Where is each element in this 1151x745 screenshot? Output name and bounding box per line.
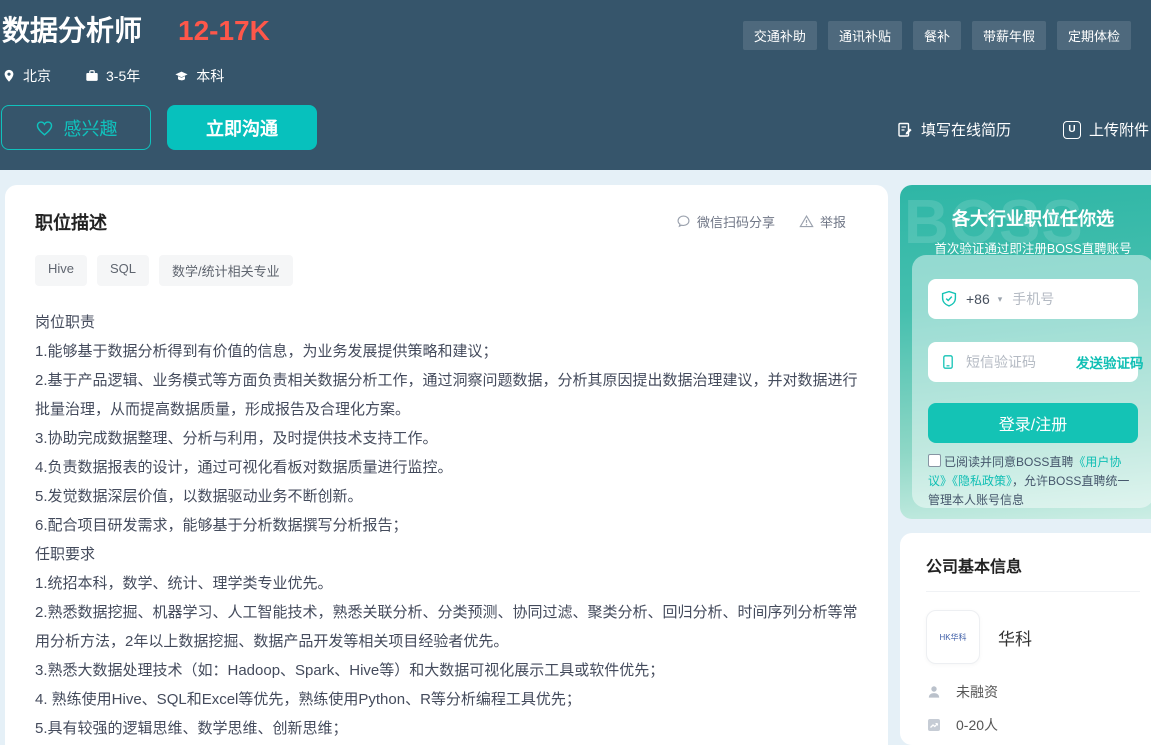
fill-online-resume-link[interactable]: 填写在线简历: [897, 119, 1011, 140]
login-register-panel: BOSS 各大行业职位任你选 首次验证通过即注册BOSS直聘账号 +86 ▾ 发…: [900, 185, 1151, 519]
title-row: 数据分析师 12-17K: [2, 13, 270, 49]
graduation-cap-icon: [174, 69, 189, 83]
sms-code-input-group: 发送验证码: [928, 342, 1138, 382]
salary-range: 12-17K: [178, 15, 270, 47]
job-description-text: 岗位职责 1.能够基于数据分析得到有价值的信息，为业务发展提供策略和建议； 2.…: [35, 308, 860, 745]
company-size: 0-20人: [956, 715, 998, 735]
shield-check-icon: [940, 290, 958, 308]
keyword-tag: Hive: [35, 255, 87, 286]
heart-icon: [35, 119, 54, 137]
phone-input-group: +86 ▾: [928, 279, 1138, 319]
warning-triangle-icon: [799, 214, 814, 229]
benefit-tag: 带薪年假: [972, 21, 1046, 50]
interested-label: 感兴趣: [64, 115, 118, 141]
meta-experience: 3-5年: [85, 66, 140, 86]
country-code-select[interactable]: +86: [966, 291, 990, 307]
benefit-tag: 交通补助: [743, 21, 817, 50]
benefit-tag: 定期体检: [1057, 21, 1131, 50]
job-header: 数据分析师 12-17K 交通补助 通讯补贴 餐补 带薪年假 定期体检 北京 3…: [0, 0, 1151, 170]
company-section-title: 公司基本信息: [926, 553, 1140, 592]
sms-code-input[interactable]: [964, 353, 1068, 371]
phone-input[interactable]: [1010, 290, 1114, 308]
location-icon: [2, 69, 16, 83]
keyword-tag: SQL: [97, 255, 149, 286]
interested-button[interactable]: 感兴趣: [1, 105, 151, 150]
login-register-button[interactable]: 登录/注册: [928, 403, 1138, 443]
wechat-share-icon: [676, 214, 691, 229]
financing-row: 未融资: [926, 682, 1140, 702]
send-code-button[interactable]: 发送验证码: [1076, 352, 1144, 372]
job-detail-page: 数据分析师 12-17K 交通补助 通讯补贴 餐补 带薪年假 定期体检 北京 3…: [0, 0, 1151, 745]
person-icon: [926, 684, 942, 700]
header-resume-links: 填写在线简历 U 上传附件: [897, 119, 1149, 140]
meta-city: 北京: [2, 66, 51, 86]
job-meta-row: 北京 3-5年 本科: [2, 66, 224, 86]
agreement-text: 已阅读并同意BOSS直聘《用户协议》《隐私政策》，允许BOSS直聘统一管理本人账…: [928, 453, 1138, 510]
upload-attachment-link[interactable]: U 上传附件: [1063, 119, 1149, 140]
page-title: 数据分析师: [2, 13, 142, 49]
graduation-cap-icon-item: 本科: [174, 66, 224, 86]
benefit-tag: 餐补: [913, 21, 961, 50]
agreement-checkbox[interactable]: [928, 454, 941, 467]
keyword-tags: Hive SQL 数学/统计相关专业: [35, 255, 858, 286]
company-row[interactable]: HK华科 华科: [926, 610, 1140, 664]
keyword-tag: 数学/统计相关专业: [159, 255, 293, 286]
resume-edit-icon: [897, 122, 913, 138]
login-panel-title: 各大行业职位任你选: [900, 205, 1151, 231]
company-info-rows: 未融资 0-20人 医疗服务: [926, 682, 1140, 745]
report-link[interactable]: 举报: [799, 212, 846, 231]
chat-now-button[interactable]: 立即沟通: [167, 105, 317, 150]
job-description-card: 职位描述 微信扫码分享 举报 Hive SQL 数学/统计相关专业 岗位职责 1…: [5, 185, 888, 745]
share-report-row: 微信扫码分享 举报: [676, 212, 846, 231]
upload-attachment-icon: U: [1063, 121, 1081, 139]
briefcase-icon: [85, 69, 99, 83]
wechat-share-link[interactable]: 微信扫码分享: [676, 212, 775, 231]
privacy-policy-link[interactable]: 《隐私政策》: [952, 474, 1012, 488]
trend-chart-icon: [926, 717, 942, 733]
company-logo: HK华科: [926, 610, 980, 664]
benefit-tag: 通讯补贴: [828, 21, 902, 50]
company-info-card: 公司基本信息 HK华科 华科 未融资 0-20人: [900, 533, 1151, 745]
company-name: 华科: [998, 625, 1032, 650]
benefit-tags: 交通补助 通讯补贴 餐补 带薪年假 定期体检: [743, 21, 1131, 50]
sms-phone-icon: [940, 354, 956, 370]
company-size-row: 0-20人: [926, 715, 1140, 735]
login-form-card: +86 ▾ 发送验证码 登录/注册 已阅读并同意BOSS直聘《用户协议》《隐私政…: [912, 255, 1151, 508]
financing-stage: 未融资: [956, 682, 998, 702]
chevron-down-icon[interactable]: ▾: [998, 294, 1003, 305]
